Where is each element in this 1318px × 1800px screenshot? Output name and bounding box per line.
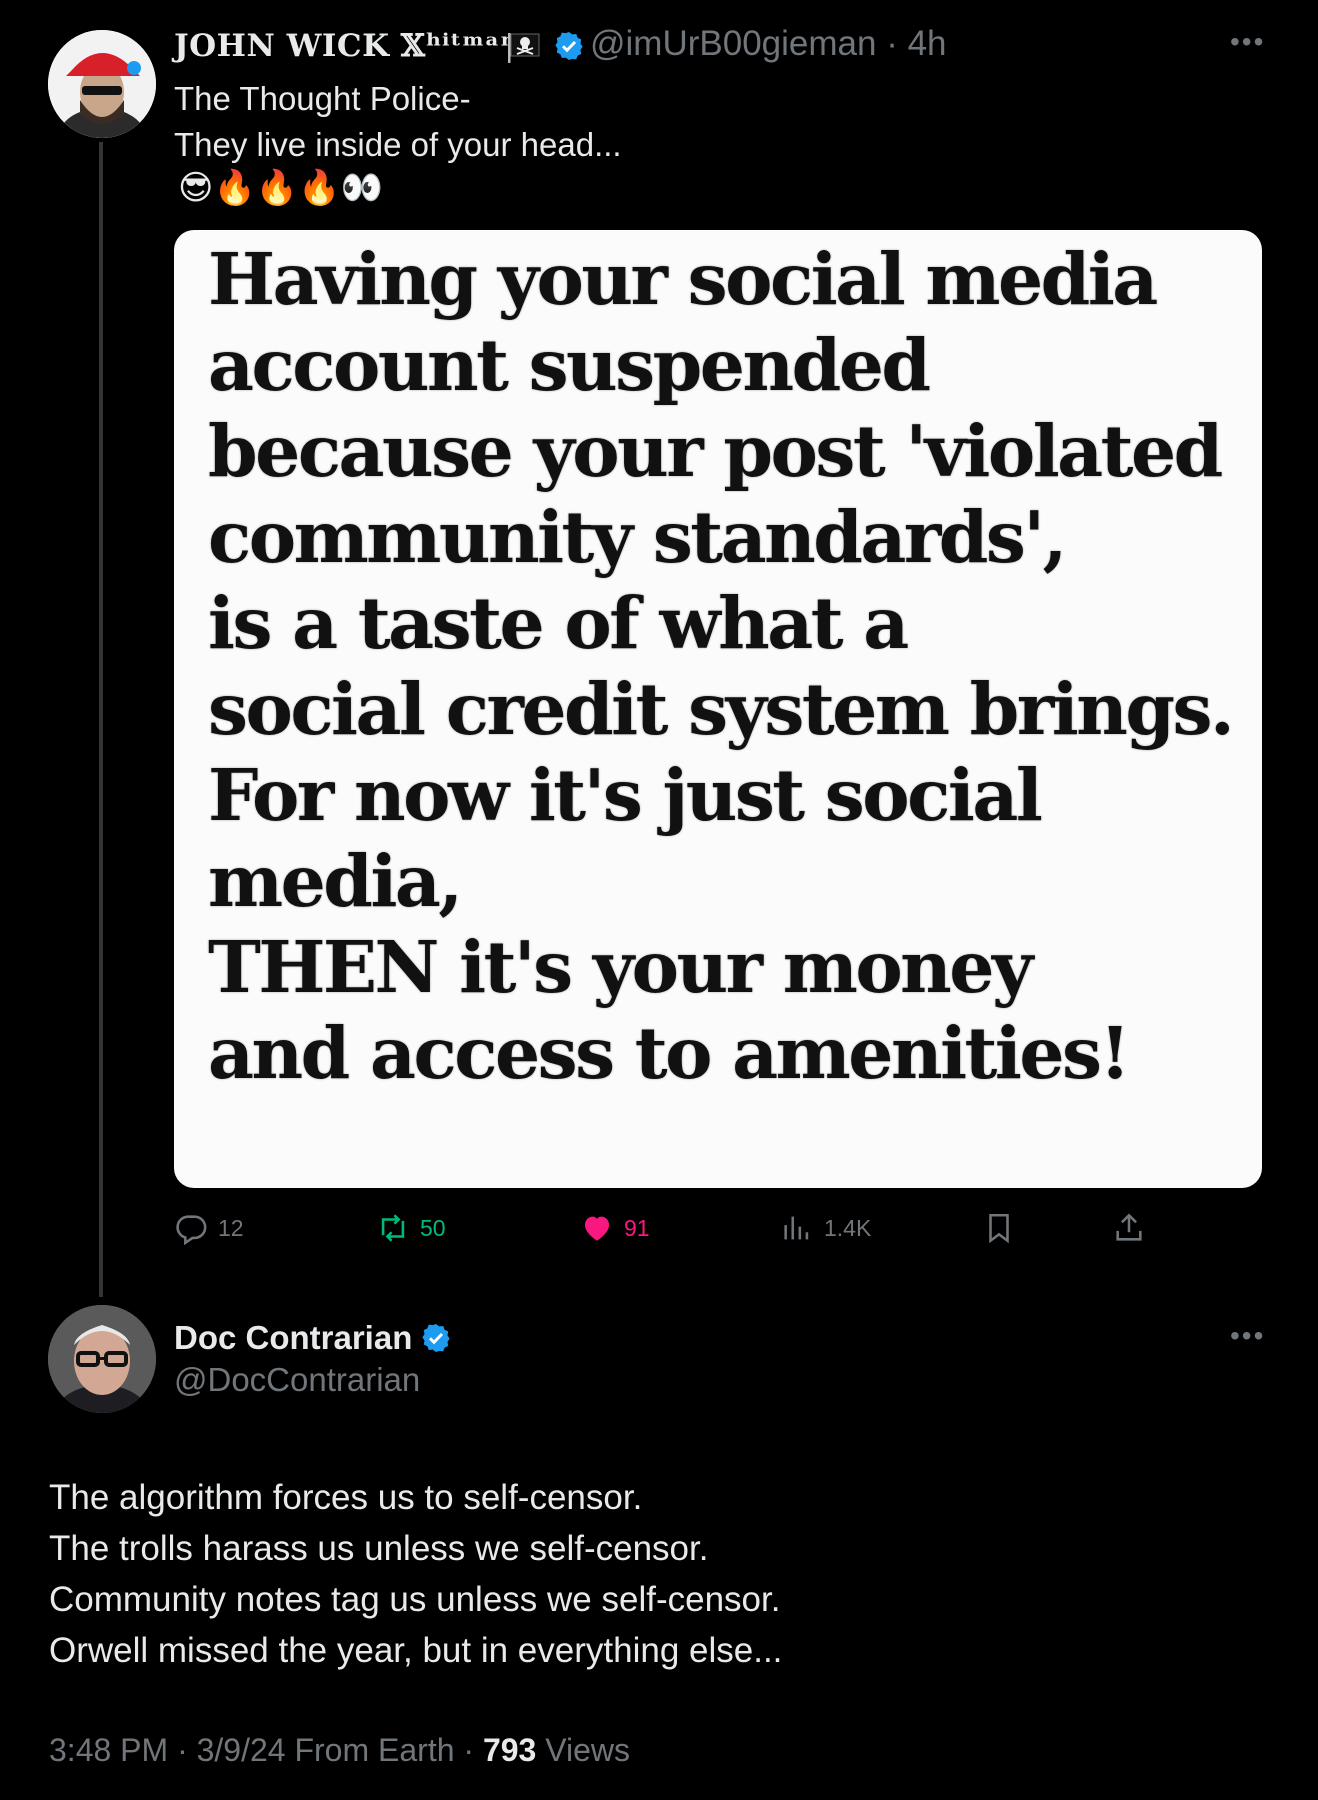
reply-views-label: Views (545, 1732, 630, 1768)
author-avatar[interactable] (48, 30, 156, 138)
author-handle[interactable]: @imUrB00gieman (590, 24, 876, 63)
verified-badge-icon[interactable] (553, 30, 585, 62)
reply-count: 12 (218, 1214, 244, 1241)
like-icon (584, 1216, 610, 1241)
reply-date[interactable]: 3/9/24 (197, 1732, 286, 1768)
bookmark-icon (989, 1213, 1009, 1244)
views-count: 1.4K (824, 1214, 872, 1241)
views-button[interactable]: 1.4K (780, 1208, 871, 1248)
verified-badge-icon[interactable] (420, 1322, 452, 1354)
reply-time[interactable]: 3:48 PM (49, 1732, 168, 1768)
share-icon (1116, 1213, 1142, 1241)
more-icon[interactable]: ••• (1230, 1320, 1265, 1352)
reply-author-avatar[interactable] (48, 1305, 156, 1413)
repost-icon (381, 1214, 405, 1242)
post-image-text: Having your social media account suspend… (208, 237, 1235, 1188)
reply-text: The algorithm forces us to self-censor. … (49, 1472, 1249, 1676)
pirate-flag-icon (506, 30, 540, 64)
post-text: The Thought Police- They live inside of … (174, 76, 622, 168)
post-time[interactable]: 4h (908, 24, 947, 63)
views-icon (784, 1216, 809, 1240)
avatar-image (48, 1305, 156, 1413)
post-text-line: They live inside of your head... (174, 126, 622, 163)
reply-views-count[interactable]: 793 (483, 1732, 536, 1768)
avatar-image (48, 30, 156, 138)
reply-icon (176, 1215, 207, 1245)
repost-count: 50 (420, 1214, 446, 1241)
reply-author-handle[interactable]: @DocContrarian (174, 1358, 420, 1402)
reply-author-name-text[interactable]: Doc Contrarian (174, 1316, 412, 1360)
repost-button[interactable]: 50 (376, 1208, 446, 1248)
thread-line (99, 142, 103, 1297)
separator: · (886, 24, 898, 63)
bookmark-button[interactable] (982, 1208, 1026, 1248)
author-handle-and-time[interactable]: @imUrB00gieman · 4h (590, 22, 947, 66)
reply-location: From Earth (294, 1732, 455, 1768)
reply-author-name[interactable]: Doc Contrarian (174, 1316, 452, 1360)
reply-button[interactable]: 12 (174, 1208, 244, 1248)
reply-text-line: The trolls harass us unless we self-cens… (49, 1529, 709, 1568)
author-name[interactable]: JOHN WICK 𝕏ʰⁱᵗᵐᵃⁿ (174, 24, 517, 68)
reply-metadata: 3:48 PM · 3/9/24 From Earth · 793 Views (49, 1728, 630, 1772)
reply-text-line: Community notes tag us unless we self-ce… (49, 1580, 781, 1619)
more-icon[interactable]: ••• (1230, 26, 1265, 58)
like-button[interactable]: 91 (580, 1208, 650, 1248)
post-text-line: The Thought Police- (174, 80, 471, 117)
post-image[interactable]: Having your social media account suspend… (174, 230, 1262, 1188)
separator: · (177, 1732, 188, 1768)
share-button[interactable] (1112, 1208, 1156, 1248)
post-emojis: 😎🔥🔥🔥👀 (178, 168, 383, 208)
like-count: 91 (624, 1214, 650, 1241)
reply-text-line: The algorithm forces us to self-censor. (49, 1478, 643, 1517)
separator: · (463, 1732, 475, 1768)
reply-text-line: Orwell missed the year, but in everythin… (49, 1631, 783, 1670)
